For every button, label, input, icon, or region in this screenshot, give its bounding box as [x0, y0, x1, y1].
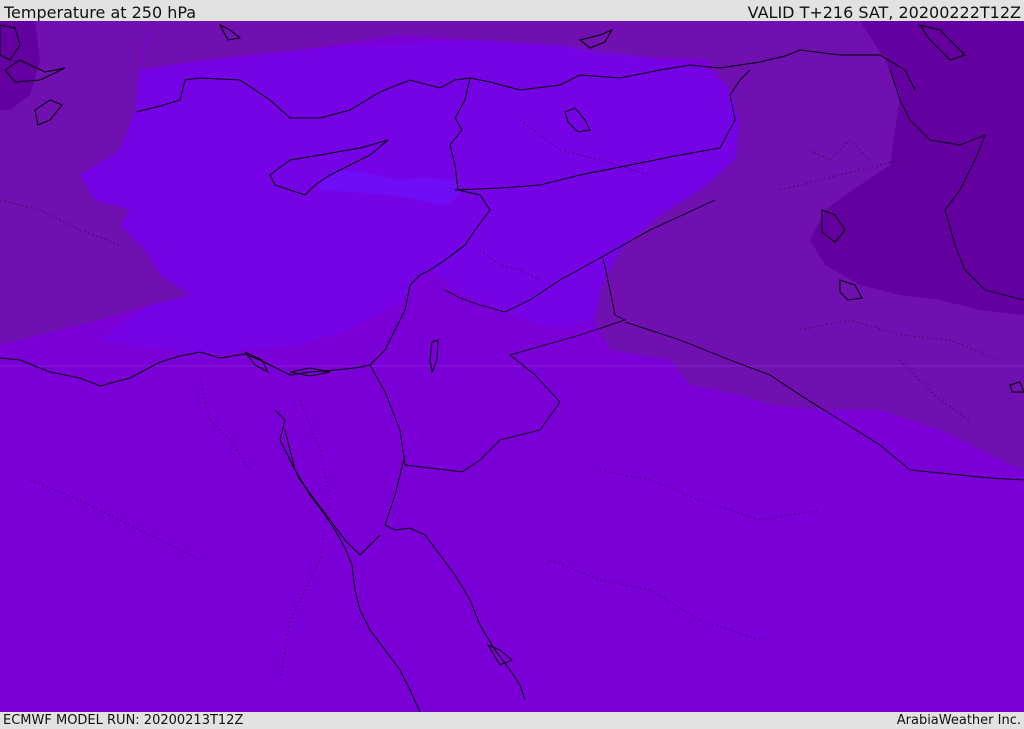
- footer-bar: ECMWF MODEL RUN: 20200213T12Z ArabiaWeat…: [0, 712, 1024, 729]
- valid-time: VALID T+216 SAT, 20200222T12Z: [747, 3, 1021, 22]
- header-bar: Temperature at 250 hPa VALID T+216 SAT, …: [0, 0, 1024, 22]
- model-run-label: ECMWF MODEL RUN: 20200213T12Z: [3, 713, 244, 728]
- credit-label: ArabiaWeather Inc.: [896, 713, 1021, 728]
- map-title: Temperature at 250 hPa: [4, 3, 197, 22]
- temperature-map[interactable]: [0, 21, 1024, 712]
